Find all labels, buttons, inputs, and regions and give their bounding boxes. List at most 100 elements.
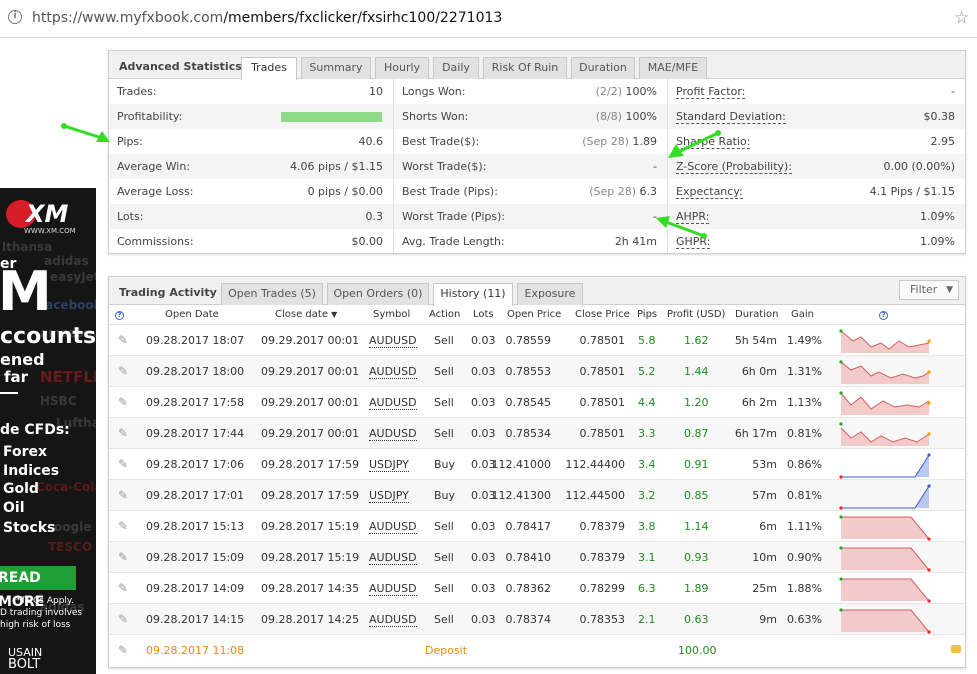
col-gain[interactable]: Gain [791, 309, 814, 320]
cell-symbol-link[interactable]: AUDUSD [369, 582, 417, 596]
col-open-price[interactable]: Open Price [507, 309, 561, 320]
spark-point [839, 577, 843, 581]
cell-symbol-link[interactable]: USDJPY [369, 458, 409, 472]
stat-label: Average Win: [117, 160, 191, 173]
table-row[interactable]: ✎ 09.28.2017 15:13 09.28.2017 15:19 AUDUSD S… [109, 511, 965, 542]
cell-symbol-link[interactable]: AUDUSD [369, 520, 417, 534]
tab-duration[interactable]: Duration [571, 57, 635, 79]
xm-advertisement[interactable]: lthansa adidas easyJet facebook amazon.c… [0, 188, 96, 674]
cell-symbol-link[interactable]: USDJPY [369, 489, 409, 503]
trade-note-icon[interactable]: ✎ [118, 457, 129, 471]
trade-note-icon[interactable]: ✎ [118, 395, 129, 409]
table-row[interactable]: ✎ 09.28.2017 14:15 09.28.2017 14:25 AUDUSD S… [109, 604, 965, 635]
stat-value: 2h 41m [614, 235, 657, 248]
cell-symbol-link[interactable]: AUDUSD [369, 334, 417, 348]
spark-point [927, 568, 931, 572]
table-row[interactable]: ✎ 09.28.2017 18:00 09.29.2017 00:01 AUDUSD S… [109, 356, 965, 387]
table-row[interactable]: ✎ 09.28.2017 17:44 09.29.2017 00:01 AUDUSD S… [109, 418, 965, 449]
cell-lots: 0.03 [471, 396, 496, 409]
filter-dropdown[interactable]: Filter ▼ [899, 280, 959, 300]
cell-close-price: 0.78501 [579, 365, 626, 378]
table-row[interactable]: ✎ 09.28.2017 18:07 09.29.2017 00:01 AUDUSD S… [109, 325, 965, 356]
stat-label: Worst Trade($): [402, 160, 487, 173]
stat-label: Avg. Trade Length: [402, 235, 505, 248]
cell-symbol-link[interactable]: AUDUSD [369, 396, 417, 410]
trading-activity-panel: Trading Activity Open Trades (5) Open Or… [108, 276, 966, 668]
stat-label-link[interactable]: Z-Score (Probability): [676, 160, 793, 174]
tab-summary[interactable]: Summary [301, 57, 371, 79]
table-row[interactable]: ✎ 09.28.2017 17:58 09.29.2017 00:01 AUDUSD S… [109, 387, 965, 418]
tab-hourly[interactable]: Hourly [375, 57, 429, 79]
col-close-price[interactable]: Close Price [575, 309, 630, 320]
cell-symbol-link[interactable]: AUDUSD [369, 365, 417, 379]
trade-note-icon[interactable]: ✎ [118, 426, 129, 440]
tab-history[interactable]: History (11) [433, 283, 513, 306]
stat-label-link[interactable]: Expectancy: [676, 185, 743, 199]
col-profit[interactable]: Profit (USD) [667, 309, 725, 320]
browser-url-bar[interactable]: i https://www.myfxbook.com/members/fxcli… [0, 0, 977, 38]
tab-trades[interactable]: Trades [241, 57, 297, 80]
stat-detail: (2/2) [595, 85, 623, 98]
ad-read-more-button[interactable]: READ MORE [0, 566, 76, 610]
trade-note-icon[interactable]: ✎ [118, 364, 129, 378]
stat-row-shorts-won: Shorts Won: (8/8) 100% [394, 104, 667, 129]
tab-open-orders[interactable]: Open Orders (0) [327, 283, 429, 305]
table-row[interactable]: ✎ 09.28.2017 17:01 09.28.2017 17:59 USDJPY B… [109, 480, 965, 511]
tab-daily[interactable]: Daily [433, 57, 479, 79]
cell-action: Sell [434, 334, 454, 347]
cell-open-price: 0.78362 [505, 582, 552, 595]
col-close-date[interactable]: Close date ▼ [275, 309, 337, 320]
stat-label-link[interactable]: Sharpe Ratio: [676, 135, 751, 149]
cell-open-date: 09.28.2017 18:07 [146, 334, 245, 347]
cell-duration: 6h 17m [734, 427, 777, 440]
col-duration[interactable]: Duration [735, 309, 778, 320]
url-text[interactable]: https://www.myfxbook.com/members/fxclick… [32, 10, 502, 26]
site-info-icon[interactable]: i [8, 10, 22, 24]
cell-gain: 1.31% [787, 365, 822, 378]
help-icon[interactable]: ? [879, 309, 888, 320]
ad-bg-word: HSBC [40, 394, 77, 408]
col-symbol[interactable]: Symbol [373, 309, 410, 320]
trade-note-icon[interactable]: ✎ [118, 550, 129, 564]
col-action[interactable]: Action [429, 309, 460, 320]
stat-label-link[interactable]: AHPR: [676, 210, 710, 224]
table-row[interactable]: ✎ 09.28.2017 17:06 09.28.2017 17:59 USDJPY B… [109, 449, 965, 480]
tab-mae-mfe[interactable]: MAE/MFE [639, 57, 707, 79]
ad-bg-word: lthansa [2, 240, 53, 254]
bookmark-star-icon[interactable]: ☆ [954, 8, 969, 28]
tab-exposure[interactable]: Exposure [517, 283, 583, 305]
help-icon[interactable]: ? [115, 309, 124, 320]
cell-symbol-link[interactable]: AUDUSD [369, 551, 417, 565]
col-close-date-label: Close date [275, 309, 328, 320]
spark-point [927, 537, 931, 541]
cell-close-price: 112.44500 [565, 489, 626, 502]
ad-bg-word: oogle [54, 520, 92, 534]
gain-sparkline [839, 391, 931, 415]
table-row[interactable]: ✎ 09.28.2017 15:09 09.28.2017 15:19 AUDUSD S… [109, 542, 965, 573]
cell-gain: 0.63% [787, 613, 822, 626]
stat-value: 1.09% [920, 235, 955, 248]
ad-line5: de CFDs: [0, 422, 70, 438]
stat-label-link[interactable]: Standard Deviation: [676, 110, 786, 124]
trade-note-icon[interactable]: ✎ [118, 519, 129, 533]
table-row[interactable]: ✎ 09.28.2017 14:09 09.28.2017 14:35 AUDUSD S… [109, 573, 965, 604]
col-pips[interactable]: Pips [637, 309, 657, 320]
trade-note-icon[interactable]: ✎ [118, 333, 129, 347]
trade-note-icon[interactable]: ✎ [118, 612, 129, 626]
tab-risk-of-ruin[interactable]: Risk Of Ruin [483, 57, 567, 79]
cell-symbol-link[interactable]: AUDUSD [369, 613, 417, 627]
cell-symbol-link[interactable]: AUDUSD [369, 427, 417, 441]
trade-note-icon[interactable]: ✎ [118, 488, 129, 502]
cell-close-date: 09.29.2017 00:01 [261, 427, 360, 440]
stat-label-link[interactable]: Profit Factor: [676, 85, 746, 99]
col-lots[interactable]: Lots [473, 309, 494, 320]
stat-label-link[interactable]: GHPR: [676, 235, 711, 249]
activity-title: Trading Activity [119, 286, 217, 299]
col-open-date[interactable]: Open Date [165, 309, 219, 320]
deposit-row[interactable]: ✎ 09.28.2017 11:08 Deposit 100.00 [109, 635, 965, 666]
cell-close-price: 0.78501 [579, 396, 626, 409]
tab-open-trades[interactable]: Open Trades (5) [221, 283, 323, 305]
trade-note-icon[interactable]: ✎ [118, 581, 129, 595]
trade-note-icon[interactable]: ✎ [118, 643, 129, 657]
comment-icon[interactable] [951, 645, 961, 653]
